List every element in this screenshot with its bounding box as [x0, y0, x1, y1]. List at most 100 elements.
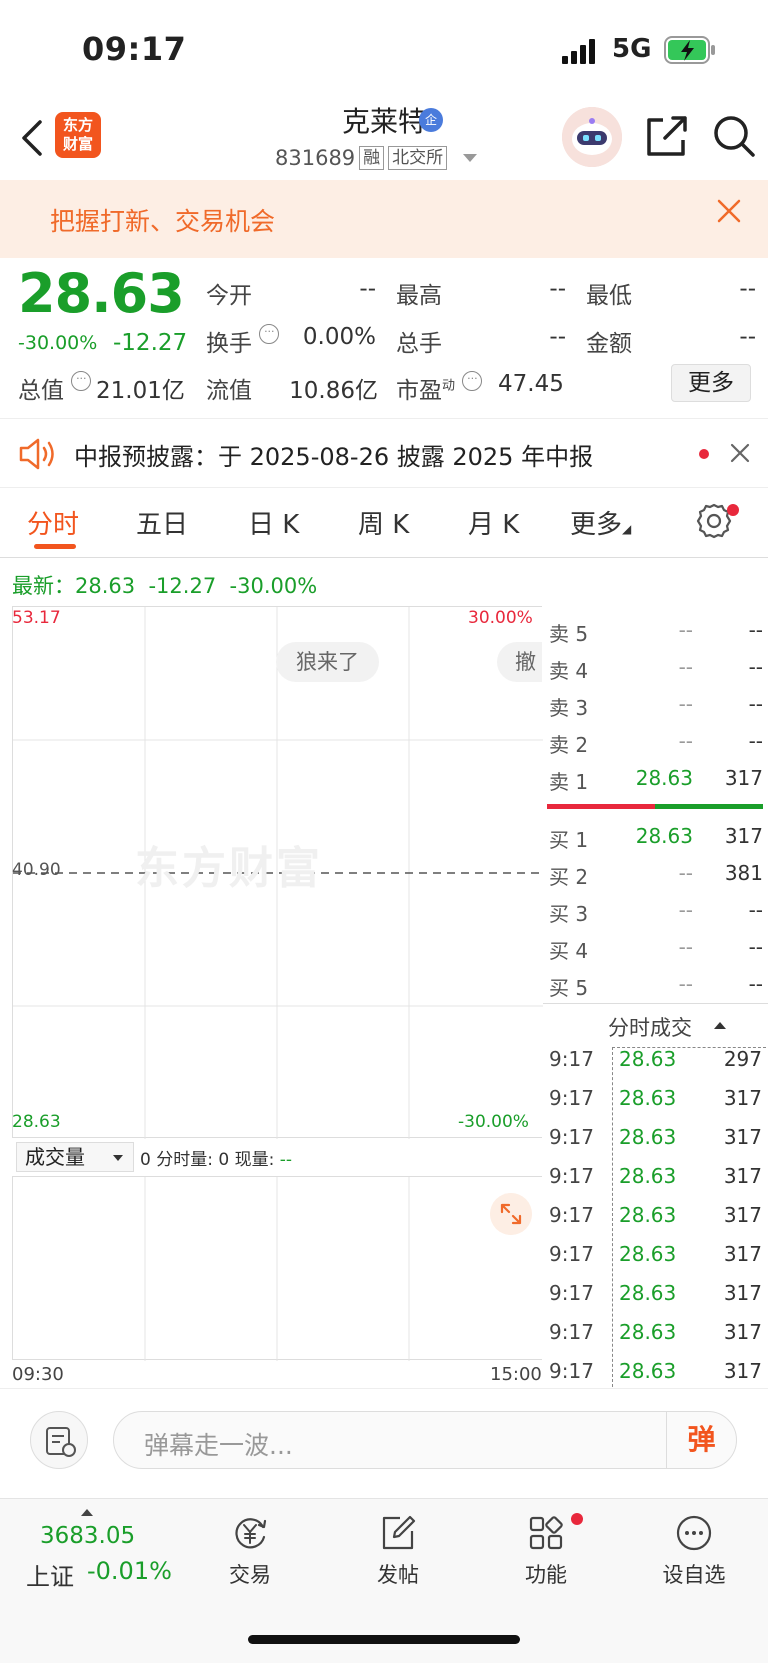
- latest-quote-row: 最新：28.63 -12.27 -30.00%: [12, 574, 318, 598]
- ask-row: 卖 3 -- --: [549, 692, 763, 720]
- market-cap-label[interactable]: 总值 ···: [18, 371, 92, 405]
- chart-tabs: 分时 五日 日 K 周 K 月 K 更多◢: [0, 488, 768, 558]
- info-icon: ···: [462, 371, 483, 391]
- home-indicator: [248, 1635, 520, 1644]
- tab-monthly-k[interactable]: 月 K: [468, 504, 519, 541]
- divider: [543, 1003, 768, 1004]
- caret-icon: ◢: [622, 522, 632, 536]
- promo-banner[interactable]: 把握打新、交易机会: [0, 180, 768, 258]
- expand-icon[interactable]: [490, 1193, 532, 1235]
- close-icon[interactable]: [714, 196, 744, 226]
- pe-label[interactable]: 市盈动 ···: [396, 371, 483, 405]
- active-tab-indicator: [34, 544, 76, 549]
- stock-code-row[interactable]: 831689 融 北交所: [275, 146, 478, 170]
- tick-row: 9:17 28.63 317: [549, 1203, 762, 1227]
- turnover-label[interactable]: 换手 ···: [206, 324, 280, 358]
- bid-row: 买 2 -- 381: [549, 861, 763, 889]
- time-axis-end: 15:00: [490, 1364, 542, 1385]
- battery-charging-icon: [664, 36, 715, 64]
- open-label: 今开: [206, 283, 252, 309]
- tick-list-header[interactable]: 分时成交: [608, 1012, 692, 1042]
- nav-trade[interactable]: 交易: [200, 1513, 300, 1589]
- close-icon[interactable]: [728, 441, 752, 465]
- volume-chart[interactable]: [12, 1176, 542, 1361]
- edit-post-icon: [382, 1515, 416, 1550]
- float-cap-value: 10.86亿: [289, 378, 378, 404]
- volume-grid: [144, 1177, 410, 1361]
- nav-functions[interactable]: 功能: [496, 1513, 596, 1589]
- open-value: --: [359, 276, 376, 302]
- high-value: --: [549, 276, 566, 302]
- watermark: 东方财富: [135, 843, 323, 894]
- tick-row: 9:17 28.63 317: [549, 1086, 762, 1110]
- ask-row: 卖 2 -- --: [549, 729, 763, 757]
- low-label: 最低: [586, 283, 632, 309]
- ask-row: 卖 1 28.63 317: [549, 766, 763, 794]
- search-icon[interactable]: [712, 114, 756, 158]
- pct-axis-bottom-label: -30.00%: [458, 1112, 529, 1132]
- stock-header: 东方 财富 克莱特 企 831689 融 北交所: [0, 100, 768, 180]
- tick-row: 9:17 28.63 317: [549, 1242, 762, 1266]
- tab-five-day[interactable]: 五日: [136, 504, 188, 541]
- comment-placeholder: 弹幕走一波...: [144, 1431, 293, 1460]
- caret-up-icon: [81, 1509, 93, 1516]
- low-value: --: [739, 276, 756, 302]
- volume-value: --: [549, 324, 566, 350]
- grid-apps-icon: [529, 1516, 563, 1550]
- indicator-selector[interactable]: 成交量: [16, 1142, 134, 1172]
- tick-row: 9:17 28.63 317: [549, 1281, 762, 1305]
- ai-robot-avatar-icon[interactable]: [562, 107, 622, 167]
- exchange-tag: 北交所: [388, 146, 448, 170]
- margin-tag: 融: [359, 146, 385, 170]
- ask-row: 卖 5 -- --: [549, 618, 763, 646]
- danmu-pill[interactable]: 狼来了: [276, 642, 379, 682]
- notification-dot: [571, 1513, 583, 1525]
- comment-input[interactable]: 弹幕走一波... 弹: [113, 1411, 737, 1469]
- announcement-bar[interactable]: 中报预披露：于 2025-08-26 披露 2025 年中报: [0, 418, 768, 488]
- comment-bar: 弹幕走一波... 弹: [0, 1388, 768, 1498]
- trade-yuan-icon: [235, 1518, 267, 1549]
- share-icon[interactable]: [645, 114, 689, 158]
- stock-code: 831689: [275, 146, 356, 170]
- amount-label: 金额: [586, 331, 632, 357]
- float-cap-label: 流值: [206, 378, 252, 404]
- enterprise-badge: 企: [419, 108, 443, 132]
- bid-row: 买 4 -- --: [549, 935, 763, 963]
- index-value[interactable]: 3683.05: [40, 1523, 135, 1549]
- turnover-value: 0.00%: [302, 324, 376, 350]
- tick-row: 9:17 28.63 317: [549, 1125, 762, 1149]
- nav-add-watchlist[interactable]: 设自选: [644, 1513, 744, 1589]
- network-label: 5G: [612, 34, 652, 64]
- tick-row: 9:17 28.63 317: [549, 1164, 762, 1188]
- market-cap-value: 21.01亿: [96, 378, 185, 404]
- tab-more[interactable]: 更多◢: [570, 504, 631, 541]
- ask-row: 卖 4 -- --: [549, 655, 763, 683]
- banner-text: 把握打新、交易机会: [50, 207, 276, 236]
- notes-button[interactable]: [30, 1411, 88, 1469]
- bid-row: 买 1 28.63 317: [549, 824, 763, 852]
- index-name[interactable]: 上证: [26, 1557, 74, 1592]
- index-change[interactable]: -0.01%: [87, 1557, 172, 1585]
- volume-info: 0 分时量: 0 现量: --: [140, 1150, 292, 1170]
- current-price: 28.63: [18, 262, 185, 325]
- signal-icon: [562, 39, 595, 64]
- more-fields-button[interactable]: 更多: [671, 364, 751, 402]
- chevron-down-icon: [113, 1155, 123, 1161]
- nav-post[interactable]: 发帖: [348, 1513, 448, 1589]
- y-axis-bottom-label: 28.63: [12, 1112, 61, 1132]
- change-value: -12.27: [113, 330, 188, 356]
- note-settings-icon: [46, 1427, 76, 1457]
- danmu-toggle-button[interactable]: 弹: [666, 1412, 736, 1468]
- time-axis-start: 09:30: [12, 1364, 64, 1385]
- tab-weekly-k[interactable]: 周 K: [358, 504, 409, 541]
- tab-intraday[interactable]: 分时: [27, 504, 79, 541]
- pct-axis-top-label: 30.00%: [468, 608, 533, 628]
- tab-daily-k[interactable]: 日 K: [248, 504, 299, 541]
- danmu-pill[interactable]: 撤: [497, 642, 542, 682]
- caret-up-icon: [714, 1022, 726, 1029]
- status-bar: 09:17 5G: [0, 0, 768, 100]
- y-axis-mid-label: 40.90: [12, 860, 61, 880]
- chevron-down-icon: [463, 154, 478, 162]
- announcement-text: 中报预披露：于 2025-08-26 披露 2025 年中报: [74, 443, 594, 471]
- more-dots-icon: [676, 1515, 712, 1551]
